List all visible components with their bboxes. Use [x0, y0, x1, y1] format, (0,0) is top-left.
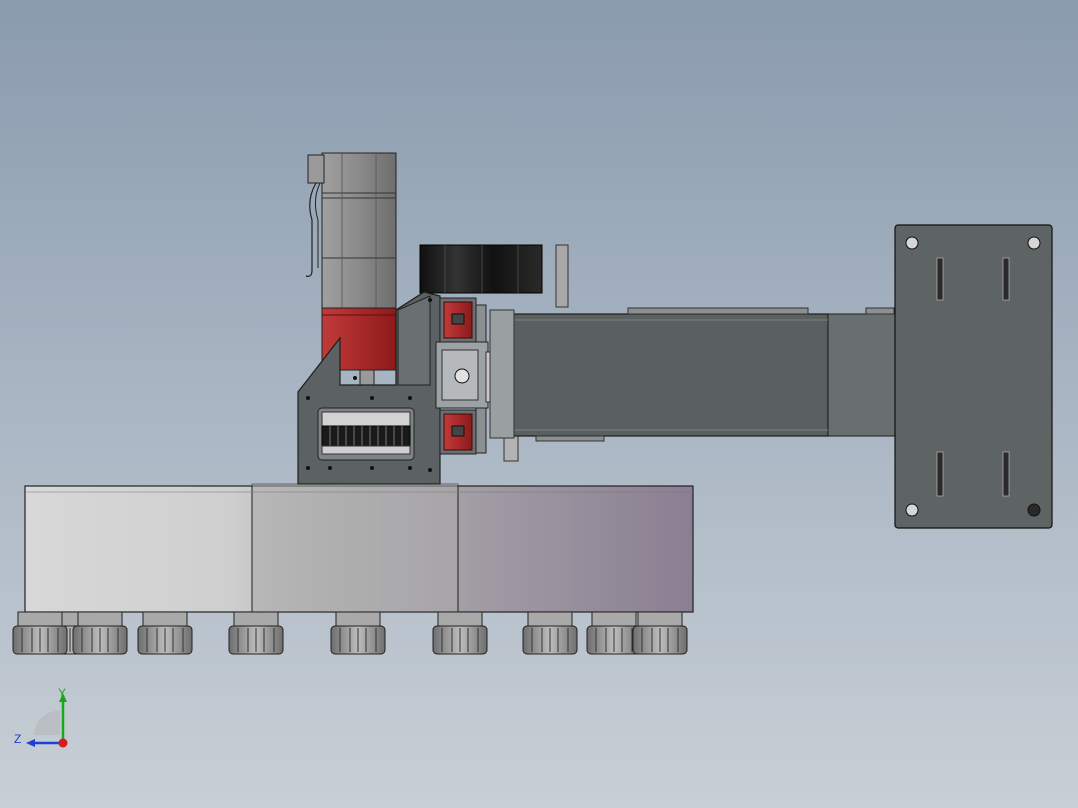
er-collet[interactable] [432, 611, 488, 655]
mounting-plate[interactable] [894, 224, 1053, 529]
linear-actuator-arm[interactable] [489, 307, 897, 442]
er-collet[interactable] [72, 611, 128, 655]
z-axis-label: Z [14, 732, 21, 746]
x-axis [58, 738, 68, 748]
assembly-model[interactable] [0, 0, 1078, 808]
er-collet[interactable] [228, 611, 284, 655]
gear-pulley[interactable] [321, 411, 411, 455]
cad-viewport[interactable]: Y Z [0, 0, 1078, 808]
er-collet[interactable] [137, 611, 193, 655]
er-collet[interactable] [330, 611, 386, 655]
coordinate-triad-icon: Y Z [14, 686, 68, 748]
tool-magazine-disc[interactable] [24, 483, 694, 613]
er-collet[interactable] [632, 611, 688, 655]
er-collet[interactable] [12, 611, 68, 655]
er-collet[interactable] [522, 611, 578, 655]
er-collet-holders[interactable] [12, 611, 688, 655]
y-axis-label: Y [58, 686, 66, 700]
